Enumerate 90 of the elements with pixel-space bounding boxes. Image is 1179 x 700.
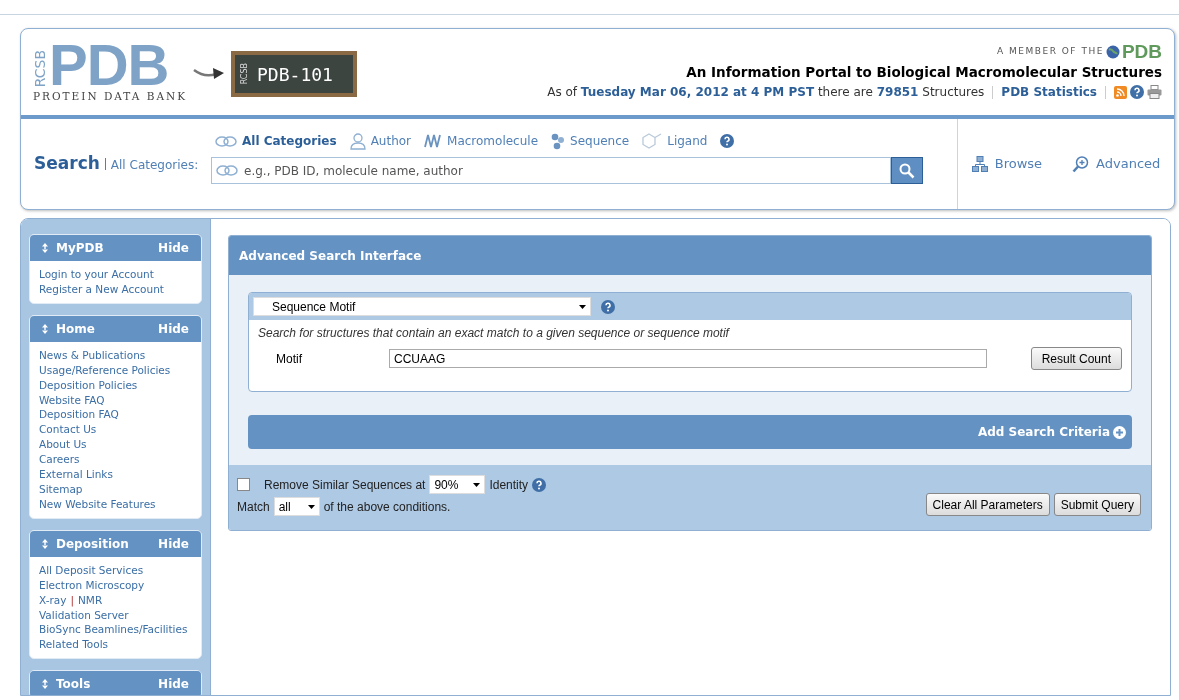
category-tab[interactable]: Author <box>349 132 412 150</box>
molecule-icon <box>551 132 565 150</box>
up-down-arrow-icon[interactable] <box>42 323 48 334</box>
match-label: Match <box>237 498 270 516</box>
sidebar-link[interactable]: X-ray <box>39 592 67 608</box>
motif-label: Motif <box>275 350 303 368</box>
sidebar-link[interactable]: Login to your Account <box>39 267 192 282</box>
wwpdb-logo[interactable]: PDB <box>1121 43 1162 61</box>
sidebar-link[interactable]: Usage/Reference Policies <box>39 362 192 378</box>
sidebar-link[interactable]: New Website Features <box>39 496 192 512</box>
hide-toggle[interactable]: Hide <box>158 534 189 553</box>
section-title: Deposition <box>56 535 129 553</box>
sidebar-link[interactable]: NMR <box>78 592 103 608</box>
up-down-arrow-icon[interactable] <box>42 679 48 690</box>
section-title: MyPDB <box>56 240 104 257</box>
section-header[interactable]: Deposition Hide <box>30 530 201 557</box>
arrow-icon <box>193 65 226 81</box>
caret-icon <box>473 482 481 487</box>
section-header[interactable]: Home Hide <box>30 315 201 342</box>
criteria-description: Search for structures that contain an exact match to a given sequence or sequence motif <box>258 325 731 342</box>
sidebar-link[interactable]: Contact Us <box>39 422 192 438</box>
category-tab[interactable]: Ligand <box>642 132 708 150</box>
sidebar-link[interactable]: Validation Server <box>39 607 192 623</box>
up-down-arrow-icon[interactable] <box>42 538 48 549</box>
form-button[interactable]: Submit Query <box>1053 493 1141 516</box>
caret-icon <box>307 504 315 509</box>
sidebar-link[interactable]: Electron Microscopy <box>39 577 192 593</box>
criteria-dropdown[interactable]: Sequence Motif <box>253 297 591 316</box>
form-button[interactable]: Clear All Parameters <box>925 493 1050 516</box>
hierarchy-icon <box>971 156 988 172</box>
match-dropdown[interactable]: all <box>273 497 320 516</box>
sidebar-link[interactable]: News & Publications <box>39 347 192 363</box>
caret-icon <box>579 304 586 309</box>
section-header[interactable]: Tools Hide <box>30 671 201 695</box>
motif-field[interactable]: CCUAAG <box>389 349 987 368</box>
linked-rings-icon <box>215 135 237 147</box>
sidebar-link[interactable]: All Deposit Services <box>39 562 192 578</box>
result-count-button[interactable]: Result Count <box>1030 347 1122 370</box>
advanced-link[interactable]: Advanced <box>1072 154 1161 174</box>
search-icon <box>899 162 915 179</box>
section-title: Home <box>56 320 95 338</box>
sidebar-link[interactable]: About Us <box>39 437 192 453</box>
printer-icon[interactable] <box>1147 85 1162 100</box>
sidebar-link[interactable]: Deposition FAQ <box>39 407 192 423</box>
category-tab[interactable]: Sequence <box>551 132 630 150</box>
hide-toggle[interactable]: Hide <box>158 239 189 257</box>
hide-toggle[interactable]: Hide <box>158 675 189 694</box>
panel-title: Advanced Search Interface <box>229 236 1151 275</box>
up-down-arrow-icon[interactable] <box>42 243 48 253</box>
sidebar-link[interactable]: Related Tools <box>39 637 192 653</box>
remove-similar-label: Remove Similar Sequences at <box>264 476 426 494</box>
hexagon-icon <box>642 133 663 149</box>
hide-toggle[interactable]: Hide <box>158 319 189 338</box>
magnifier-plus-icon <box>1072 155 1090 173</box>
help-icon[interactable] <box>601 299 615 314</box>
checkbox[interactable] <box>237 478 250 491</box>
help-icon[interactable] <box>1130 85 1144 100</box>
person-icon <box>349 132 366 150</box>
match-suffix: of the above conditions. <box>323 498 451 516</box>
section-header[interactable]: MyPDB Hide <box>30 235 201 261</box>
search-field[interactable]: e.g., PDB ID, molecule name, author <box>211 157 891 184</box>
statistics-link[interactable]: PDB Statistics <box>1001 83 1097 102</box>
sidebar-link[interactable]: Careers <box>39 452 192 468</box>
help-icon[interactable] <box>532 477 547 492</box>
add-criteria-bar[interactable]: Add Search Criteria <box>248 415 1132 449</box>
identity-label: Identity <box>489 476 529 494</box>
status-text: As of Tuesday Mar 06, 2012 at 4 PM PST there are 79851 Structures <box>547 84 985 102</box>
section-title: Tools <box>56 676 91 694</box>
linked-rings-icon <box>216 165 238 176</box>
portal-title: An Information Portal to Biological Macromolecular Structures <box>686 63 1162 82</box>
category-tab[interactable]: All Categories <box>215 132 337 150</box>
search-button[interactable] <box>891 157 923 184</box>
help-icon[interactable] <box>720 134 735 148</box>
sidebar-link[interactable]: External Links <box>39 467 192 482</box>
identity-dropdown[interactable]: 90% <box>429 475 486 494</box>
sidebar-link[interactable]: Website FAQ <box>39 392 192 408</box>
search-scope: All Categories: <box>110 157 199 175</box>
separator: | <box>70 592 74 608</box>
sidebar-link[interactable]: Deposition Policies <box>39 377 192 393</box>
helix-icon <box>424 134 443 148</box>
rss-icon[interactable] <box>1114 85 1127 99</box>
browse-link[interactable]: Browse <box>971 154 1043 174</box>
category-tab[interactable]: Macromolecule <box>424 132 538 150</box>
search-label: Search <box>34 152 100 176</box>
sidebar-link[interactable]: BioSync Beamlines/Facilities <box>39 622 192 638</box>
pdb101-chalkboard[interactable]: RCSB PDB-101 <box>231 51 358 97</box>
sidebar-link[interactable]: Sitemap <box>39 481 192 497</box>
member-text: A MEMBER OF THE <box>997 45 1104 59</box>
sidebar-link[interactable]: Register a New Account <box>39 281 192 297</box>
globe-icon <box>1105 45 1120 59</box>
